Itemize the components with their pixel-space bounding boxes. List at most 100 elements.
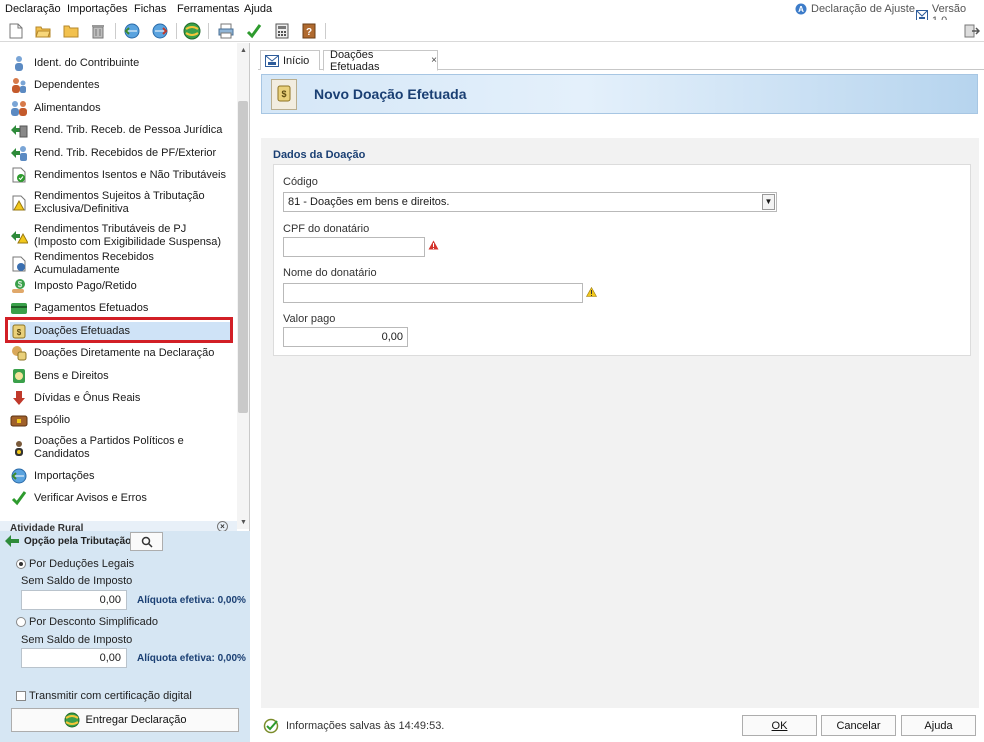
rural-section-header[interactable]: Atividade Rural × <box>0 521 237 531</box>
legal-aliquota: Alíquota efetiva: 0,00% <box>137 595 246 606</box>
chevron-down-icon[interactable]: ▼ <box>762 194 775 210</box>
nav-item-dividas[interactable]: Dívidas e Ônus Reais <box>10 391 232 405</box>
svg-text:A: A <box>798 5 804 14</box>
search-button[interactable] <box>130 532 163 551</box>
valor-field[interactable]: 0,00 <box>283 327 408 347</box>
nav-item-rend-suspensa[interactable]: Rendimentos Tributáveis de PJ (Imposto c… <box>10 223 232 249</box>
entregar-declaracao-button[interactable]: Entregar Declaração <box>11 708 239 732</box>
tax-paid-icon: $ <box>10 278 28 294</box>
nav-item-alimentandos[interactable]: Alimentandos <box>10 101 232 116</box>
form-box: Código 81 - Doações em bens e direitos. … <box>273 164 971 356</box>
valor-label: Valor pago <box>283 313 336 325</box>
donation-header-icon: $ <box>271 79 297 110</box>
imports-icon <box>10 468 28 484</box>
scroll-down-icon[interactable]: ▼ <box>240 519 247 526</box>
svg-text:$: $ <box>18 280 23 289</box>
exit-icon[interactable] <box>962 21 982 41</box>
help-button[interactable]: Ajuda <box>901 715 976 736</box>
rural-label: Atividade Rural <box>10 523 84 531</box>
nav-item-doacoes-diretamente[interactable]: Doações Diretamente na Declaração <box>10 345 232 361</box>
scroll-thumb[interactable] <box>238 101 248 413</box>
radio-desconto-simplificado[interactable] <box>16 617 26 627</box>
warning-doc-icon <box>10 195 28 211</box>
nav-item-rend-acumulado[interactable]: Rendimentos Recebidos Acumuladamente <box>10 251 232 276</box>
nav-item-rend-trib-pf[interactable]: Rend. Trib. Recebidos de PF/Exterior <box>10 145 232 161</box>
assets-icon <box>10 368 28 384</box>
deducoes-legais-label: Por Deduções Legais <box>29 558 135 570</box>
saved-check-icon <box>263 718 281 737</box>
codigo-select[interactable]: 81 - Doações em bens e direitos. ▼ <box>283 192 777 212</box>
dependents-icon <box>10 77 28 93</box>
nav-item-bens-direitos[interactable]: Bens e Direitos <box>10 369 232 383</box>
nav-item-importacoes[interactable]: Importações <box>10 468 232 484</box>
cancel-button[interactable]: Cancelar <box>821 715 896 736</box>
svg-text:?: ? <box>306 27 312 38</box>
version-icon <box>916 9 928 21</box>
codigo-label: Código <box>283 176 318 188</box>
tributacao-arrow-icon <box>4 534 20 551</box>
globe-deliver-icon[interactable] <box>182 21 202 41</box>
trash-icon[interactable] <box>88 21 108 41</box>
accumulated-icon <box>10 256 28 272</box>
tab-doacoes-efetuadas[interactable]: Doações Efetuadas × <box>323 49 438 73</box>
exempt-icon <box>10 167 28 183</box>
nav-scrollbar[interactable]: ▲ ▼ <box>237 43 249 529</box>
cert-checkbox[interactable] <box>16 691 26 701</box>
folder-icon[interactable] <box>61 21 81 41</box>
left-panel: Ident. do Contribuinte Dependentes Alime… <box>0 43 250 742</box>
calculator-icon[interactable] <box>272 21 292 41</box>
menu-declaracao[interactable]: Declaração <box>5 3 61 15</box>
cpf-field[interactable] <box>283 237 425 257</box>
nav-item-doacoes-partidos[interactable]: Doações a Partidos Políticos e Candidato… <box>10 435 232 461</box>
simple-saldo-value: 0,00 <box>21 648 127 668</box>
status-text: Informações salvas às 14:49:53. <box>286 720 445 732</box>
collapse-icon[interactable]: × <box>217 521 228 531</box>
menu-fichas[interactable]: Fichas <box>134 3 166 15</box>
nav-item-verificar[interactable]: Verificar Avisos e Erros <box>10 491 232 506</box>
nav-item-rend-isentos[interactable]: Rendimentos Isentos e Não Tributáveis <box>10 167 232 183</box>
scroll-up-icon[interactable]: ▲ <box>240 47 247 54</box>
declaration-a-icon: A <box>795 3 807 15</box>
print-icon[interactable] <box>216 21 236 41</box>
menu-bar: Declaração Importações Fichas Ferramenta… <box>0 0 984 27</box>
legal-saldo-value: 0,00 <box>21 590 127 610</box>
nav-item-pagamentos[interactable]: Pagamentos Efetuados <box>10 301 232 315</box>
nav-item-dependentes[interactable]: Dependentes <box>10 77 232 93</box>
nav-item-imposto-pago[interactable]: $ Imposto Pago/Retido <box>10 279 232 293</box>
internet-receive-icon[interactable] <box>122 21 142 41</box>
svg-text:$: $ <box>281 89 286 99</box>
cpf-label: CPF do donatário <box>283 223 370 235</box>
nav-item-rend-trib-pj[interactable]: Rend. Trib. Receb. de Pessoa Jurídica <box>10 122 232 138</box>
nav-item-ident-contribuinte[interactable]: Ident. do Contribuinte <box>10 55 232 71</box>
person-icon <box>10 55 28 71</box>
nome-field[interactable] <box>283 283 583 303</box>
income-company-icon <box>10 122 28 138</box>
declaration-type-label: Declaração de Ajuste <box>811 3 915 15</box>
nav-item-espolio[interactable]: Espólio <box>10 413 232 427</box>
check-icon[interactable] <box>244 21 264 41</box>
tab-inicio[interactable]: Início <box>260 50 320 70</box>
toolbar: ? <box>0 20 984 42</box>
section-title: Dados da Doação <box>273 149 366 161</box>
close-tab-icon[interactable]: × <box>431 55 437 66</box>
internet-send-icon[interactable] <box>150 21 170 41</box>
menu-importacoes[interactable]: Importações <box>67 3 128 15</box>
error-icon <box>428 240 439 253</box>
radio-deducoes-legais[interactable] <box>16 559 26 569</box>
help-book-icon[interactable]: ? <box>299 21 319 41</box>
desconto-simplificado-label: Por Desconto Simplificado <box>29 616 159 628</box>
open-folder-icon[interactable] <box>33 21 53 41</box>
income-person-icon <box>10 145 28 161</box>
warning-icon <box>585 286 598 300</box>
direct-donation-icon <box>10 345 28 361</box>
home-tab-icon <box>265 54 279 67</box>
new-file-icon[interactable] <box>6 21 26 41</box>
footer: Informações salvas às 14:49:53. OK Cance… <box>258 708 984 742</box>
ok-button[interactable]: OK <box>742 715 817 736</box>
nav-item-rend-exclusiva[interactable]: Rendimentos Sujeitos à Tributação Exclus… <box>10 190 232 216</box>
menu-ferramentas[interactable]: Ferramentas <box>177 3 239 15</box>
menu-ajuda[interactable]: Ajuda <box>244 3 272 15</box>
content-area: Início Doações Efetuadas × $ Novo Doação… <box>258 43 984 742</box>
declaration-type: A Declaração de Ajuste <box>795 3 915 15</box>
legal-saldo-label: Sem Saldo de Imposto <box>21 575 133 587</box>
